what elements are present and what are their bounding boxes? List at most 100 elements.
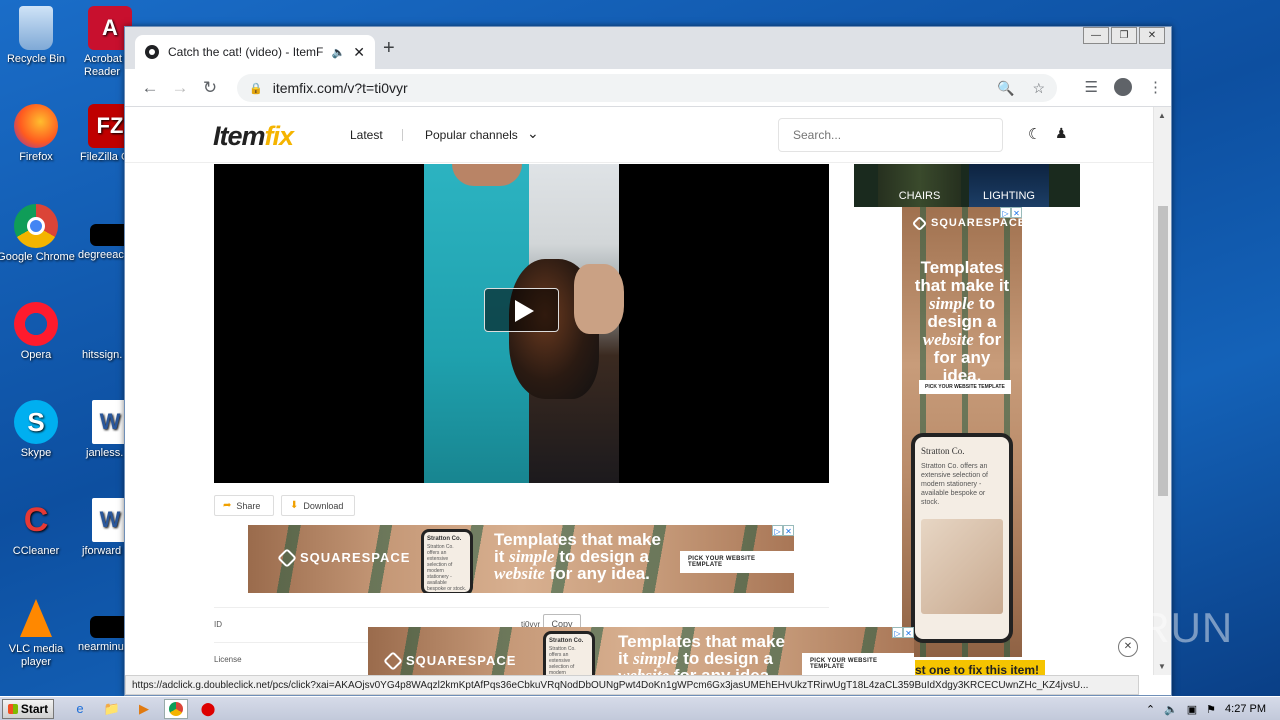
chevron-down-icon[interactable]: ⌄ [527, 125, 539, 142]
ad-phone-image: Stratton Co. Stratton Co. offers an exten… [543, 631, 595, 675]
tab-active[interactable]: Catch the cat! (video) - ItemFix 🔈 ✕ [135, 35, 375, 69]
ad-phone-image: Stratton Co. Stratton Co. offers an exten… [421, 529, 473, 593]
taskbar-media-player-icon[interactable]: ▶ [132, 699, 156, 719]
thumb-lighting[interactable]: LIGHTING [969, 164, 1049, 207]
forward-button[interactable]: → [165, 78, 195, 98]
browser-toolbar: ← → ↻ 🔒 itemfix.com/v?t=ti0vyr 🔍 ☆ ☰ ⋮ [125, 69, 1171, 107]
reload-button[interactable]: ↻ [195, 78, 225, 98]
volume-icon[interactable]: 🔈 [1164, 703, 1178, 716]
ad-vertical-headline: Templates that make it simple to design a we… [912, 259, 1012, 385]
logo-text: Item [213, 121, 266, 151]
watermark-close-icon[interactable]: ✕ [1118, 637, 1138, 657]
address-bar[interactable]: 🔒 itemfix.com/v?t=ti0vyr 🔍 ☆ [237, 74, 1057, 102]
status-bar-url: https://adclick.g.doubleclick.net/pcs/cl… [125, 675, 1139, 695]
ad-cta-button[interactable]: PICK YOUR WEBSITE TEMPLATE [680, 551, 794, 573]
sidebar-ad-squarespace[interactable]: SQUARESPACE Templates that make it simple … [902, 207, 1022, 657]
share-icon: ➦ [223, 500, 232, 511]
taskbar-opera-icon[interactable]: ⬤ [196, 699, 220, 719]
ad-v-3: simple [928, 294, 975, 313]
skype-icon: S [14, 400, 58, 444]
ad-close-icon[interactable]: ✕ [1011, 207, 1022, 218]
chrome-window: Catch the cat! (video) - ItemFix 🔈 ✕ + —… [124, 26, 1172, 696]
nav-popular-channels[interactable]: Popular channels [425, 128, 518, 142]
desktop-icon-chrome[interactable]: Google Chrome [0, 204, 76, 264]
ad-phone-text: Stratton Co. offers an extensive selecti… [921, 463, 988, 506]
media-control-icon[interactable]: ☰ [1085, 78, 1098, 96]
desktop-icon-opera[interactable]: Opera [0, 302, 76, 362]
banner-ad-squarespace[interactable]: SQUARESPACE Stratton Co. Stratton Co. off… [248, 525, 794, 593]
adchoices-icon[interactable]: ▷ [772, 525, 783, 536]
ad-card [921, 519, 1003, 614]
ad-brand-text: SQUARESPACE [300, 550, 411, 565]
tray-expand-icon[interactable]: ⌃ [1146, 703, 1155, 716]
video-hand [574, 264, 624, 334]
share-label: Share [236, 500, 261, 511]
scrollbar-thumb[interactable] [1158, 206, 1168, 496]
download-icon: ⬇ [290, 500, 299, 511]
desktop-icon-label: Opera [20, 349, 52, 361]
taskbar-explorer-icon[interactable]: 📁 [100, 699, 124, 719]
ad-cta-button[interactable]: PICK YOUR WEBSITE TEMPLATE [919, 380, 1011, 394]
ad-close-icon[interactable]: ✕ [903, 627, 914, 638]
ad-v-6: website [922, 330, 974, 349]
meta-id-label: ID [214, 620, 222, 629]
minimize-button[interactable]: — [1083, 27, 1109, 44]
start-button[interactable]: Start [2, 698, 54, 719]
scroll-down-icon[interactable]: ▼ [1158, 662, 1166, 671]
thumb-chairs[interactable]: CHAIRS [878, 164, 961, 207]
dark-mode-icon[interactable]: ☾ [1028, 125, 1041, 143]
desktop-icon-firefox[interactable]: Firefox [0, 104, 76, 164]
ad-v-5: design a [927, 312, 997, 331]
network-icon[interactable]: ▣ [1187, 703, 1197, 716]
ad-v-7: for [978, 330, 1002, 349]
speaker-icon[interactable]: 🔈 [332, 46, 346, 59]
page-viewport: CHAIRS LIGHTING Itemfix Latest Popular c… [125, 107, 1155, 675]
menu-dots-icon[interactable]: ⋮ [1148, 78, 1163, 96]
fix-item-notice[interactable]: st one to fix this item! [915, 660, 1045, 675]
taskbar-ie-icon[interactable]: e [68, 699, 92, 719]
desktop-icon-skype[interactable]: S Skype [0, 400, 76, 460]
ad-brand-text: SQUARESPACE [406, 653, 517, 668]
squarespace-logo: SQUARESPACE [277, 547, 411, 568]
profile-avatar[interactable] [1114, 78, 1132, 96]
video-player[interactable] [214, 164, 829, 483]
meta-divider [214, 607, 829, 608]
bottom-sticky-ad[interactable]: SQUARESPACE Stratton Co. Stratton Co. off… [368, 627, 914, 675]
adchoices-icon[interactable]: ▷ [1000, 207, 1011, 218]
desktop-icon-recycle-bin[interactable]: Recycle Bin [0, 6, 76, 66]
squarespace-icon [383, 650, 403, 671]
download-button[interactable]: ⬇ Download [281, 495, 355, 516]
desktop-icon-label: Firefox [19, 151, 53, 163]
zoom-icon[interactable]: 🔍 [997, 80, 1014, 97]
adchoices-icon[interactable]: ▷ [892, 627, 903, 638]
desktop-icon-ccleaner[interactable]: C CCleaner [0, 498, 76, 558]
taskbar-chrome-icon[interactable] [164, 698, 188, 719]
play-button[interactable] [484, 288, 559, 332]
back-button[interactable]: ← [135, 78, 165, 98]
close-window-button[interactable]: ✕ [1139, 27, 1165, 44]
scroll-up-icon[interactable]: ▲ [1158, 111, 1166, 120]
ad-phone-text: Stratton Co. offers an extensive selecti… [427, 544, 467, 592]
itemfix-logo[interactable]: Itemfix [213, 121, 294, 152]
ad-v-1: Templates [920, 258, 1004, 277]
close-tab-icon[interactable]: ✕ [353, 44, 365, 61]
bookmark-star-icon[interactable]: ☆ [1032, 80, 1045, 97]
chrome-icon [14, 204, 58, 248]
search-input[interactable] [778, 118, 1003, 152]
nav-divider [402, 129, 403, 141]
action-center-icon[interactable]: ⚑ [1206, 703, 1216, 716]
ad-cta-button[interactable]: PICK YOUR WEBSITE TEMPLATE [802, 653, 914, 675]
user-icon[interactable]: ♟ [1055, 125, 1068, 142]
clock[interactable]: 4:27 PM [1225, 703, 1266, 715]
new-tab-button[interactable]: + [383, 37, 395, 60]
share-button[interactable]: ➦ Share [214, 495, 274, 516]
restore-button[interactable]: ❐ [1111, 27, 1137, 44]
ad-v-4: to [979, 294, 996, 313]
desktop-icon-vlc[interactable]: VLC media player [0, 596, 76, 669]
meta-license-label: License [214, 655, 242, 664]
ad-close-icon[interactable]: ✕ [783, 525, 794, 536]
ad-phone-title: Stratton Co. [921, 446, 965, 456]
page-scrollbar[interactable]: ▲ ▼ [1153, 107, 1171, 675]
nav-latest[interactable]: Latest [350, 128, 383, 142]
itemfix-favicon-icon [145, 45, 159, 59]
